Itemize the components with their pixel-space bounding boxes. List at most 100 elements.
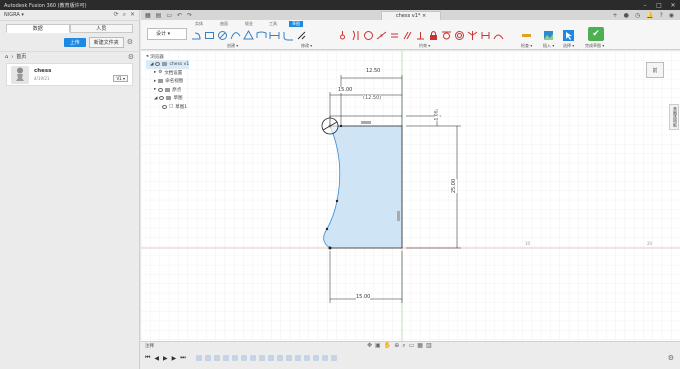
new-folder-button[interactable]: 新建文件夹 [88,36,124,48]
fillet-icon[interactable] [283,30,294,41]
visibility-icon[interactable] [162,104,167,109]
design-canvas[interactable]: 12.50 15.00 (12.50) 1.00 25.00 15.00 10 … [141,51,680,341]
fit-icon[interactable]: ⌕ [402,342,405,350]
visibility-icon[interactable] [159,96,165,101]
inspect-menu[interactable]: 检查 ▾ [521,43,532,49]
browser-item-sketches[interactable]: ◢ 草图 [146,94,189,103]
file-card[interactable]: chess 4/19/21 V1 ▾ [6,63,133,86]
maximize-button[interactable]: □ [652,2,666,9]
symmetry-icon[interactable] [467,30,478,41]
settings-icon[interactable]: ⚙ [128,53,134,61]
pan-icon[interactable]: ✋ [384,342,391,350]
timeline-feature-icon[interactable] [258,355,265,361]
tangent-icon[interactable] [441,30,452,41]
user-menu[interactable]: NIGRA ▾ [4,12,24,18]
arc-icon[interactable] [230,30,241,41]
insert-image-icon[interactable] [543,30,554,41]
trim-icon[interactable] [296,30,307,41]
go-to-end-icon[interactable]: ⏭ [180,354,185,362]
tab-solid[interactable]: 实体 [195,21,203,27]
view-cube[interactable]: 前 [646,62,664,78]
minimize-button[interactable]: – [638,2,652,9]
sketch-palette-tab[interactable]: 草图选项板 [669,104,679,130]
close-tab-icon[interactable]: × [422,13,426,19]
timeline-feature-icon[interactable] [195,355,202,361]
tab-sheet-metal[interactable]: 钣金 [245,21,253,27]
browser-item-sketch1[interactable]: ▢ 草图1 [146,103,189,112]
dimension-icon[interactable] [269,30,280,41]
version-badge[interactable]: V1 ▾ [113,75,128,82]
dimension-mid-width[interactable]: 15.00 [338,87,353,93]
curvature-icon[interactable] [493,30,504,41]
timeline-feature-icon[interactable] [231,355,238,361]
browser-item-named-views[interactable]: ▸ 命名视图 [146,77,189,86]
home-icon[interactable]: ⌂ [5,54,8,60]
tab-surface[interactable]: 曲面 [220,21,228,27]
parallel-icon[interactable] [402,30,413,41]
constraints-menu[interactable]: 约束 ▾ [419,43,430,49]
upload-button[interactable]: 上传 [63,37,86,47]
coincident-icon[interactable] [337,30,348,41]
timeline-feature-icon[interactable] [276,355,283,361]
vertical-constraint-glyph[interactable] [397,211,400,221]
tab-sketch[interactable]: 草图 [289,21,303,27]
modify-menu[interactable]: 修改 ▾ [301,43,312,49]
measure-icon[interactable] [521,30,532,41]
undo-icon[interactable]: ↶ [177,12,182,19]
close-panel-icon[interactable]: ✕ [130,11,135,19]
step-back-icon[interactable]: ◀ [154,355,159,362]
browser-item-root[interactable]: ◢ chess v1 [146,60,190,69]
timeline-feature-icon[interactable] [222,355,229,361]
history-icon[interactable]: ◷ [635,12,640,19]
expand-icon[interactable]: ▸ [154,70,156,75]
gear-icon[interactable]: ⚙ [127,38,133,46]
help-icon[interactable]: ? [660,12,663,19]
expand-icon[interactable]: ▸ [154,87,156,92]
timeline-feature-icon[interactable] [285,355,292,361]
extensions-icon[interactable]: ● [624,12,629,19]
polygon-icon[interactable] [243,29,254,41]
workspace-selector[interactable]: 设计 ▾ [147,28,187,40]
grid-menu-icon[interactable]: ▦ [145,12,151,19]
browser-item-origin[interactable]: ▸ 原点 [146,86,189,95]
browser-item-document-settings[interactable]: ▸ ⚙ 文档设置 [146,69,189,78]
timeline-feature-icon[interactable] [249,355,256,361]
dimension-top-width[interactable]: 12.50 [366,68,381,74]
circle-icon[interactable] [217,30,228,41]
close-window-button[interactable]: ✕ [666,2,680,9]
timeline-settings-icon[interactable]: ⚙ [668,354,674,362]
orbit-icon[interactable]: ✥ [367,342,372,350]
timeline-feature-icon[interactable] [303,355,310,361]
expand-icon[interactable]: ◢ [150,62,153,67]
timeline-feature-icon[interactable] [312,355,319,361]
perpendicular-icon[interactable] [415,30,426,41]
comments-label[interactable]: 注释 [145,343,154,349]
horizontal-vertical-icon[interactable] [480,30,491,41]
insert-menu[interactable]: 插入 ▾ [543,43,554,49]
dimension-small-height[interactable]: 1.00 [434,110,440,121]
save-icon[interactable]: ▭ [166,12,172,19]
display-settings-icon[interactable]: ▭ [409,342,415,350]
tab-people[interactable]: 人员 [69,24,133,33]
visibility-icon[interactable] [155,62,161,67]
smooth-icon[interactable] [454,30,465,41]
timeline-feature-icon[interactable] [213,355,220,361]
sketch-grid[interactable] [141,51,680,341]
rectangle-icon[interactable] [204,30,215,41]
dimension-reference-width[interactable]: (12.50) [363,95,382,101]
refresh-icon[interactable]: ⟳ [114,11,119,19]
viewports-icon[interactable]: ▥ [426,342,432,350]
timeline-feature-icon[interactable] [204,355,211,361]
tab-data[interactable]: 数据 [6,24,70,33]
zoom-icon[interactable]: ⊕ [394,342,399,350]
finish-sketch-button[interactable]: ✔ [588,27,604,41]
file-menu-icon[interactable]: ▤ [156,12,162,19]
midpoint-icon[interactable] [376,30,387,41]
timeline-feature-icon[interactable] [267,355,274,361]
horizontal-constraint-glyph[interactable] [361,121,371,124]
spline-icon[interactable] [256,30,267,41]
create-menu[interactable]: 创建 ▾ [227,43,238,49]
concentric-icon[interactable] [363,30,374,41]
line-icon[interactable] [191,30,202,41]
play-icon[interactable]: ▶ [163,355,168,362]
